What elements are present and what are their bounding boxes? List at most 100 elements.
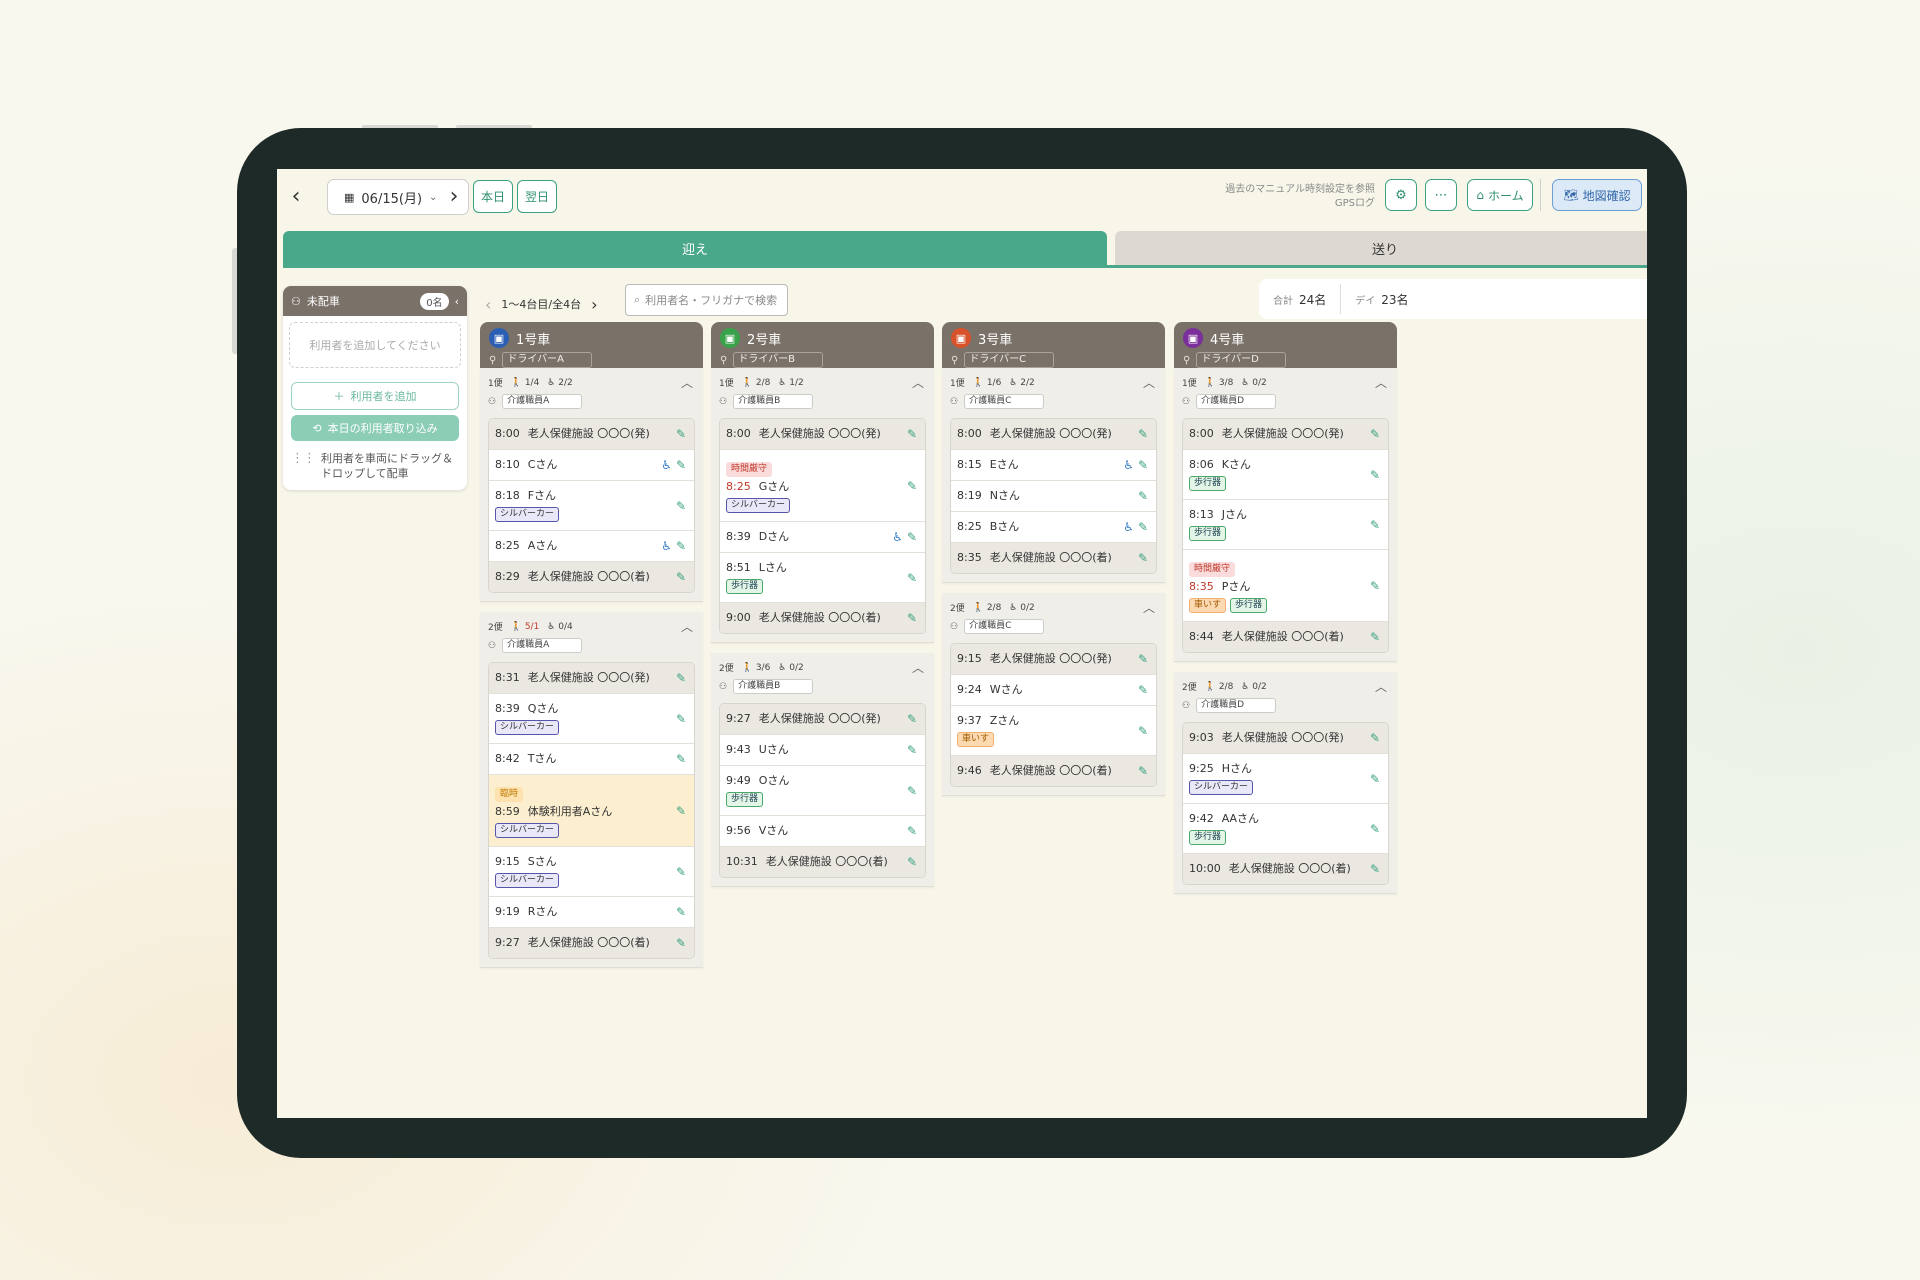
edit-pencil-icon[interactable]: ✎ — [676, 752, 686, 766]
tab-dropoff[interactable]: 送り — [1115, 231, 1647, 265]
edit-pencil-icon[interactable]: ✎ — [1370, 630, 1380, 644]
user-stop-row[interactable]: 8:42 Tさん ✎ — [489, 744, 694, 775]
edit-pencil-icon[interactable]: ✎ — [676, 804, 686, 818]
edit-pencil-icon[interactable]: ✎ — [1370, 822, 1380, 836]
edit-pencil-icon[interactable]: ✎ — [907, 784, 917, 798]
add-user-button[interactable]: ＋ 利用者を追加 — [291, 382, 459, 410]
edit-pencil-icon[interactable]: ✎ — [676, 499, 686, 513]
user-stop-row[interactable]: 9:15 Sさん シルバーカー ✎ — [489, 847, 694, 897]
edit-pencil-icon[interactable]: ✎ — [1370, 579, 1380, 593]
user-stop-row[interactable]: 9:25 Hさん シルバーカー ✎ — [1183, 754, 1388, 804]
edit-pencil-icon[interactable]: ✎ — [676, 671, 686, 685]
driver-select[interactable]: ドライバーB — [733, 352, 824, 368]
edit-pencil-icon[interactable]: ✎ — [1138, 489, 1148, 503]
prev-date-button[interactable]: ‹ — [283, 183, 309, 209]
facility-stop-row[interactable]: 9:27 老人保健施設 〇〇〇(発) ✎ — [720, 704, 925, 735]
staff-select[interactable]: 介護職員A — [502, 394, 583, 409]
user-stop-row[interactable]: 8:25 Aさん ♿ ✎ — [489, 531, 694, 562]
pager-prev-icon[interactable]: ‹ — [485, 295, 491, 314]
tab-pickup[interactable]: 迎え — [283, 231, 1107, 265]
driver-select[interactable]: ドライバーC — [964, 352, 1055, 368]
user-stop-row[interactable]: 9:43 Uさん ✎ — [720, 735, 925, 766]
edit-pencil-icon[interactable]: ✎ — [1370, 518, 1380, 532]
chevron-up-icon[interactable]: ︿ — [681, 374, 693, 391]
edit-pencil-icon[interactable]: ✎ — [1370, 731, 1380, 745]
edit-pencil-icon[interactable]: ✎ — [676, 936, 686, 950]
pager-next-icon[interactable]: › — [591, 295, 597, 314]
edit-pencil-icon[interactable]: ✎ — [1370, 772, 1380, 786]
edit-pencil-icon[interactable]: ✎ — [1138, 724, 1148, 738]
edit-pencil-icon[interactable]: ✎ — [907, 611, 917, 625]
user-stop-row[interactable]: 8:13 Jさん 歩行器 ✎ — [1183, 500, 1388, 550]
edit-pencil-icon[interactable]: ✎ — [1138, 427, 1148, 441]
user-stop-row[interactable]: 8:39 Qさん シルバーカー ✎ — [489, 694, 694, 744]
today-button[interactable]: 本日 — [473, 180, 513, 213]
chevron-up-icon[interactable]: ︿ — [1143, 374, 1155, 391]
edit-pencil-icon[interactable]: ✎ — [676, 905, 686, 919]
user-stop-row[interactable]: 8:15 Eさん ♿ ✎ — [951, 450, 1156, 481]
facility-stop-row[interactable]: 9:27 老人保健施設 〇〇〇(着) ✎ — [489, 928, 694, 958]
facility-stop-row[interactable]: 8:00 老人保健施設 〇〇〇(発) ✎ — [489, 419, 694, 450]
user-stop-row[interactable]: 9:49 Oさん 歩行器 ✎ — [720, 766, 925, 816]
edit-pencil-icon[interactable]: ✎ — [907, 427, 917, 441]
settings-button[interactable]: ⚙ — [1385, 179, 1417, 211]
edit-pencil-icon[interactable]: ✎ — [907, 824, 917, 838]
driver-select[interactable]: ドライバーA — [502, 352, 593, 368]
facility-stop-row[interactable]: 9:46 老人保健施設 〇〇〇(着) ✎ — [951, 756, 1156, 786]
user-stop-row[interactable]: 9:42 AAさん 歩行器 ✎ — [1183, 804, 1388, 854]
home-button[interactable]: ⌂ ホーム — [1467, 179, 1533, 211]
more-button[interactable]: ⋯ — [1425, 179, 1457, 211]
facility-stop-row[interactable]: 8:29 老人保健施設 〇〇〇(着) ✎ — [489, 562, 694, 592]
user-stop-row[interactable]: 8:19 Nさん ✎ — [951, 481, 1156, 512]
user-stop-row[interactable]: 8:51 Lさん 歩行器 ✎ — [720, 553, 925, 603]
gps-log-link[interactable]: GPSログ — [1225, 197, 1375, 211]
unassigned-drop-zone[interactable]: 利用者を追加してください — [289, 322, 461, 368]
user-stop-row[interactable]: 9:56 Vさん ✎ — [720, 816, 925, 847]
edit-pencil-icon[interactable]: ✎ — [676, 865, 686, 879]
edit-pencil-icon[interactable]: ✎ — [1138, 458, 1148, 472]
edit-pencil-icon[interactable]: ✎ — [907, 855, 917, 869]
staff-select[interactable]: 介護職員B — [733, 394, 814, 409]
edit-pencil-icon[interactable]: ✎ — [676, 570, 686, 584]
user-stop-row[interactable]: 時間厳守 8:25 Gさん シルバーカー ✎ — [720, 450, 925, 522]
staff-select[interactable]: 介護職員A — [502, 638, 583, 653]
search-input[interactable]: ⌕ 利用者名・フリガナで検索 — [625, 284, 788, 316]
driver-select[interactable]: ドライバーD — [1196, 352, 1287, 368]
user-stop-row[interactable]: 8:18 Fさん シルバーカー ✎ — [489, 481, 694, 531]
edit-pencil-icon[interactable]: ✎ — [1138, 683, 1148, 697]
edit-pencil-icon[interactable]: ✎ — [1138, 764, 1148, 778]
staff-select[interactable]: 介護職員B — [733, 679, 814, 694]
next-date-button[interactable]: › — [441, 183, 467, 209]
facility-stop-row[interactable]: 8:35 老人保健施設 〇〇〇(着) ✎ — [951, 543, 1156, 573]
edit-pencil-icon[interactable]: ✎ — [1138, 652, 1148, 666]
facility-stop-row[interactable]: 9:03 老人保健施設 〇〇〇(発) ✎ — [1183, 723, 1388, 754]
chevron-up-icon[interactable]: ︿ — [912, 374, 924, 391]
edit-pencil-icon[interactable]: ✎ — [676, 539, 686, 553]
chevron-up-icon[interactable]: ︿ — [1375, 374, 1387, 391]
edit-pencil-icon[interactable]: ✎ — [907, 743, 917, 757]
user-stop-row[interactable]: 9:24 Wさん ✎ — [951, 675, 1156, 706]
facility-stop-row[interactable]: 8:00 老人保健施設 〇〇〇(発) ✎ — [951, 419, 1156, 450]
chevron-up-icon[interactable]: ︿ — [1143, 599, 1155, 616]
edit-pencil-icon[interactable]: ✎ — [1138, 551, 1148, 565]
staff-select[interactable]: 介護職員D — [1196, 394, 1277, 409]
edit-pencil-icon[interactable]: ✎ — [1370, 862, 1380, 876]
edit-pencil-icon[interactable]: ✎ — [1370, 427, 1380, 441]
edit-pencil-icon[interactable]: ✎ — [676, 712, 686, 726]
user-stop-row[interactable]: 8:39 Dさん ♿ ✎ — [720, 522, 925, 553]
edit-pencil-icon[interactable]: ✎ — [907, 530, 917, 544]
edit-pencil-icon[interactable]: ✎ — [676, 458, 686, 472]
collapse-panel-icon[interactable]: ‹ — [455, 295, 459, 308]
staff-select[interactable]: 介護職員D — [1196, 698, 1277, 713]
edit-pencil-icon[interactable]: ✎ — [676, 427, 686, 441]
edit-pencil-icon[interactable]: ✎ — [907, 479, 917, 493]
user-stop-row[interactable]: 臨時 8:59 体験利用者Aさん シルバーカー ✎ — [489, 775, 694, 847]
facility-stop-row[interactable]: 10:31 老人保健施設 〇〇〇(着) ✎ — [720, 847, 925, 877]
facility-stop-row[interactable]: 10:00 老人保健施設 〇〇〇(着) ✎ — [1183, 854, 1388, 884]
import-today-users-button[interactable]: ⟲ 本日の利用者取り込み — [291, 415, 459, 441]
user-stop-row[interactable]: 時間厳守 8:35 Pさん 車いす 歩行器 ✎ — [1183, 550, 1388, 622]
user-stop-row[interactable]: 8:10 Cさん ♿ ✎ — [489, 450, 694, 481]
user-stop-row[interactable]: 9:19 Rさん ✎ — [489, 897, 694, 928]
facility-stop-row[interactable]: 9:00 老人保健施設 〇〇〇(着) ✎ — [720, 603, 925, 633]
facility-stop-row[interactable]: 9:15 老人保健施設 〇〇〇(発) ✎ — [951, 644, 1156, 675]
